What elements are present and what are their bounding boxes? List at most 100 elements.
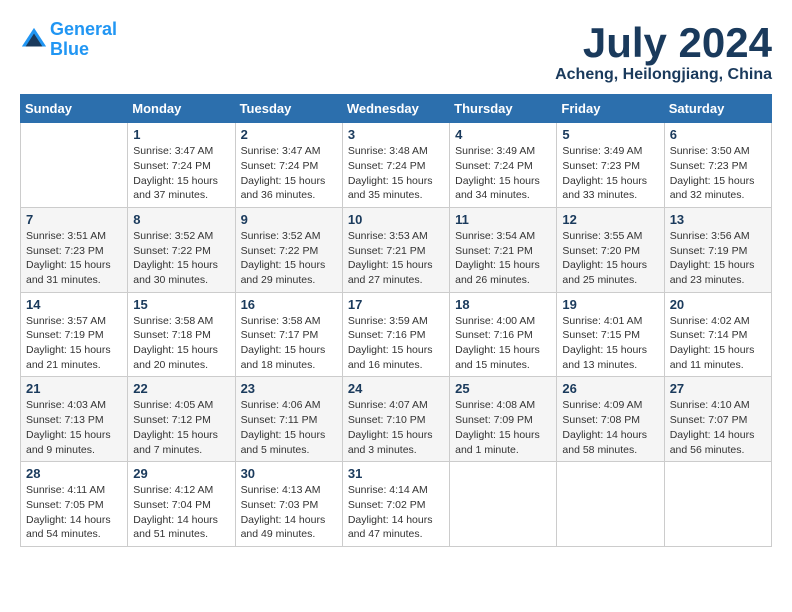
day-info: Sunrise: 3:48 AM Sunset: 7:24 PM Dayligh… bbox=[348, 144, 444, 203]
calendar-cell: 8 Sunrise: 3:52 AM Sunset: 7:22 PM Daylig… bbox=[128, 207, 235, 292]
day-number: 24 bbox=[348, 381, 444, 396]
day-number: 29 bbox=[133, 466, 229, 481]
day-info: Sunrise: 3:49 AM Sunset: 7:23 PM Dayligh… bbox=[562, 144, 658, 203]
page-header: General Blue July 2024 Acheng, Heilongji… bbox=[20, 20, 772, 84]
calendar-cell: 22 Sunrise: 4:05 AM Sunset: 7:12 PM Dayli… bbox=[128, 377, 235, 462]
day-number: 13 bbox=[670, 212, 766, 227]
day-number: 1 bbox=[133, 127, 229, 142]
day-number: 23 bbox=[241, 381, 337, 396]
day-number: 27 bbox=[670, 381, 766, 396]
day-number: 2 bbox=[241, 127, 337, 142]
calendar-cell: 7Sunrise: 3:51 AM Sunset: 7:23 PM Daylig… bbox=[21, 207, 128, 292]
logo-icon bbox=[20, 26, 48, 54]
day-info: Sunrise: 3:47 AM Sunset: 7:24 PM Dayligh… bbox=[133, 144, 229, 203]
calendar-cell: 12 Sunrise: 3:55 AM Sunset: 7:20 PM Dayli… bbox=[557, 207, 664, 292]
day-number: 17 bbox=[348, 297, 444, 312]
day-number: 22 bbox=[133, 381, 229, 396]
day-info: Sunrise: 3:55 AM Sunset: 7:20 PM Dayligh… bbox=[562, 229, 658, 288]
weekday-header-monday: Monday bbox=[128, 95, 235, 123]
day-number: 11 bbox=[455, 212, 551, 227]
day-number: 15 bbox=[133, 297, 229, 312]
calendar-cell: 19Sunrise: 4:01 AM Sunset: 7:15 PM Dayli… bbox=[557, 292, 664, 377]
day-info: Sunrise: 3:47 AM Sunset: 7:24 PM Dayligh… bbox=[241, 144, 337, 203]
day-info: Sunrise: 3:52 AM Sunset: 7:22 PM Dayligh… bbox=[133, 229, 229, 288]
calendar-header-row: SundayMondayTuesdayWednesdayThursdayFrid… bbox=[21, 95, 772, 123]
calendar-cell: 24 Sunrise: 4:07 AM Sunset: 7:10 PM Dayli… bbox=[342, 377, 449, 462]
calendar-cell: 27 Sunrise: 4:10 AM Sunset: 7:07 PM Dayli… bbox=[664, 377, 771, 462]
calendar-cell bbox=[557, 462, 664, 547]
day-number: 6 bbox=[670, 127, 766, 142]
logo: General Blue bbox=[20, 20, 117, 60]
day-number: 7 bbox=[26, 212, 122, 227]
calendar-cell bbox=[450, 462, 557, 547]
calendar-cell: 29 Sunrise: 4:12 AM Sunset: 7:04 PM Dayli… bbox=[128, 462, 235, 547]
calendar-cell: 30 Sunrise: 4:13 AM Sunset: 7:03 PM Dayli… bbox=[235, 462, 342, 547]
day-info: Sunrise: 4:14 AM Sunset: 7:02 PM Dayligh… bbox=[348, 483, 444, 542]
day-info: Sunrise: 3:58 AM Sunset: 7:17 PM Dayligh… bbox=[241, 314, 337, 373]
calendar-cell: 25 Sunrise: 4:08 AM Sunset: 7:09 PM Dayli… bbox=[450, 377, 557, 462]
weekday-header-wednesday: Wednesday bbox=[342, 95, 449, 123]
calendar-cell: 3 Sunrise: 3:48 AM Sunset: 7:24 PM Daylig… bbox=[342, 123, 449, 208]
calendar-week-row: 1 Sunrise: 3:47 AM Sunset: 7:24 PM Daylig… bbox=[21, 123, 772, 208]
weekday-header-saturday: Saturday bbox=[664, 95, 771, 123]
day-info: Sunrise: 3:56 AM Sunset: 7:19 PM Dayligh… bbox=[670, 229, 766, 288]
calendar-cell: 11Sunrise: 3:54 AM Sunset: 7:21 PM Dayli… bbox=[450, 207, 557, 292]
day-number: 21 bbox=[26, 381, 122, 396]
day-info: Sunrise: 4:01 AM Sunset: 7:15 PM Dayligh… bbox=[562, 314, 658, 373]
day-number: 28 bbox=[26, 466, 122, 481]
calendar-cell: 31Sunrise: 4:14 AM Sunset: 7:02 PM Dayli… bbox=[342, 462, 449, 547]
day-info: Sunrise: 4:12 AM Sunset: 7:04 PM Dayligh… bbox=[133, 483, 229, 542]
day-info: Sunrise: 4:08 AM Sunset: 7:09 PM Dayligh… bbox=[455, 398, 551, 457]
day-info: Sunrise: 3:52 AM Sunset: 7:22 PM Dayligh… bbox=[241, 229, 337, 288]
day-number: 4 bbox=[455, 127, 551, 142]
calendar-cell: 21 Sunrise: 4:03 AM Sunset: 7:13 PM Dayli… bbox=[21, 377, 128, 462]
day-number: 26 bbox=[562, 381, 658, 396]
calendar-cell: 16 Sunrise: 3:58 AM Sunset: 7:17 PM Dayli… bbox=[235, 292, 342, 377]
day-number: 20 bbox=[670, 297, 766, 312]
calendar-cell: 13 Sunrise: 3:56 AM Sunset: 7:19 PM Dayli… bbox=[664, 207, 771, 292]
day-info: Sunrise: 4:03 AM Sunset: 7:13 PM Dayligh… bbox=[26, 398, 122, 457]
day-number: 30 bbox=[241, 466, 337, 481]
weekday-header-sunday: Sunday bbox=[21, 95, 128, 123]
day-info: Sunrise: 3:58 AM Sunset: 7:18 PM Dayligh… bbox=[133, 314, 229, 373]
day-info: Sunrise: 4:02 AM Sunset: 7:14 PM Dayligh… bbox=[670, 314, 766, 373]
calendar-table: SundayMondayTuesdayWednesdayThursdayFrid… bbox=[20, 94, 772, 547]
day-info: Sunrise: 3:59 AM Sunset: 7:16 PM Dayligh… bbox=[348, 314, 444, 373]
day-number: 16 bbox=[241, 297, 337, 312]
day-number: 8 bbox=[133, 212, 229, 227]
logo-text: General Blue bbox=[50, 20, 117, 60]
calendar-cell: 4 Sunrise: 3:49 AM Sunset: 7:24 PM Daylig… bbox=[450, 123, 557, 208]
calendar-cell: 6Sunrise: 3:50 AM Sunset: 7:23 PM Daylig… bbox=[664, 123, 771, 208]
calendar-cell: 14Sunrise: 3:57 AM Sunset: 7:19 PM Dayli… bbox=[21, 292, 128, 377]
calendar-cell: 5 Sunrise: 3:49 AM Sunset: 7:23 PM Daylig… bbox=[557, 123, 664, 208]
calendar-cell: 23 Sunrise: 4:06 AM Sunset: 7:11 PM Dayli… bbox=[235, 377, 342, 462]
day-info: Sunrise: 4:06 AM Sunset: 7:11 PM Dayligh… bbox=[241, 398, 337, 457]
calendar-week-row: 7Sunrise: 3:51 AM Sunset: 7:23 PM Daylig… bbox=[21, 207, 772, 292]
day-number: 9 bbox=[241, 212, 337, 227]
day-info: Sunrise: 4:09 AM Sunset: 7:08 PM Dayligh… bbox=[562, 398, 658, 457]
calendar-cell: 18Sunrise: 4:00 AM Sunset: 7:16 PM Dayli… bbox=[450, 292, 557, 377]
calendar-cell bbox=[21, 123, 128, 208]
day-info: Sunrise: 4:07 AM Sunset: 7:10 PM Dayligh… bbox=[348, 398, 444, 457]
calendar-week-row: 28 Sunrise: 4:11 AM Sunset: 7:05 PM Dayli… bbox=[21, 462, 772, 547]
title-block: July 2024 Acheng, Heilongjiang, China bbox=[555, 20, 772, 84]
calendar-cell: 28 Sunrise: 4:11 AM Sunset: 7:05 PM Dayli… bbox=[21, 462, 128, 547]
day-info: Sunrise: 3:49 AM Sunset: 7:24 PM Dayligh… bbox=[455, 144, 551, 203]
calendar-week-row: 14Sunrise: 3:57 AM Sunset: 7:19 PM Dayli… bbox=[21, 292, 772, 377]
day-info: Sunrise: 4:00 AM Sunset: 7:16 PM Dayligh… bbox=[455, 314, 551, 373]
day-info: Sunrise: 3:53 AM Sunset: 7:21 PM Dayligh… bbox=[348, 229, 444, 288]
day-number: 25 bbox=[455, 381, 551, 396]
weekday-header-thursday: Thursday bbox=[450, 95, 557, 123]
calendar-cell: 9 Sunrise: 3:52 AM Sunset: 7:22 PM Daylig… bbox=[235, 207, 342, 292]
day-info: Sunrise: 4:05 AM Sunset: 7:12 PM Dayligh… bbox=[133, 398, 229, 457]
location: Acheng, Heilongjiang, China bbox=[555, 66, 772, 84]
day-number: 5 bbox=[562, 127, 658, 142]
calendar-cell: 1 Sunrise: 3:47 AM Sunset: 7:24 PM Daylig… bbox=[128, 123, 235, 208]
day-info: Sunrise: 4:10 AM Sunset: 7:07 PM Dayligh… bbox=[670, 398, 766, 457]
calendar-cell: 20 Sunrise: 4:02 AM Sunset: 7:14 PM Dayli… bbox=[664, 292, 771, 377]
day-info: Sunrise: 4:13 AM Sunset: 7:03 PM Dayligh… bbox=[241, 483, 337, 542]
day-number: 3 bbox=[348, 127, 444, 142]
weekday-header-tuesday: Tuesday bbox=[235, 95, 342, 123]
day-info: Sunrise: 4:11 AM Sunset: 7:05 PM Dayligh… bbox=[26, 483, 122, 542]
day-number: 12 bbox=[562, 212, 658, 227]
